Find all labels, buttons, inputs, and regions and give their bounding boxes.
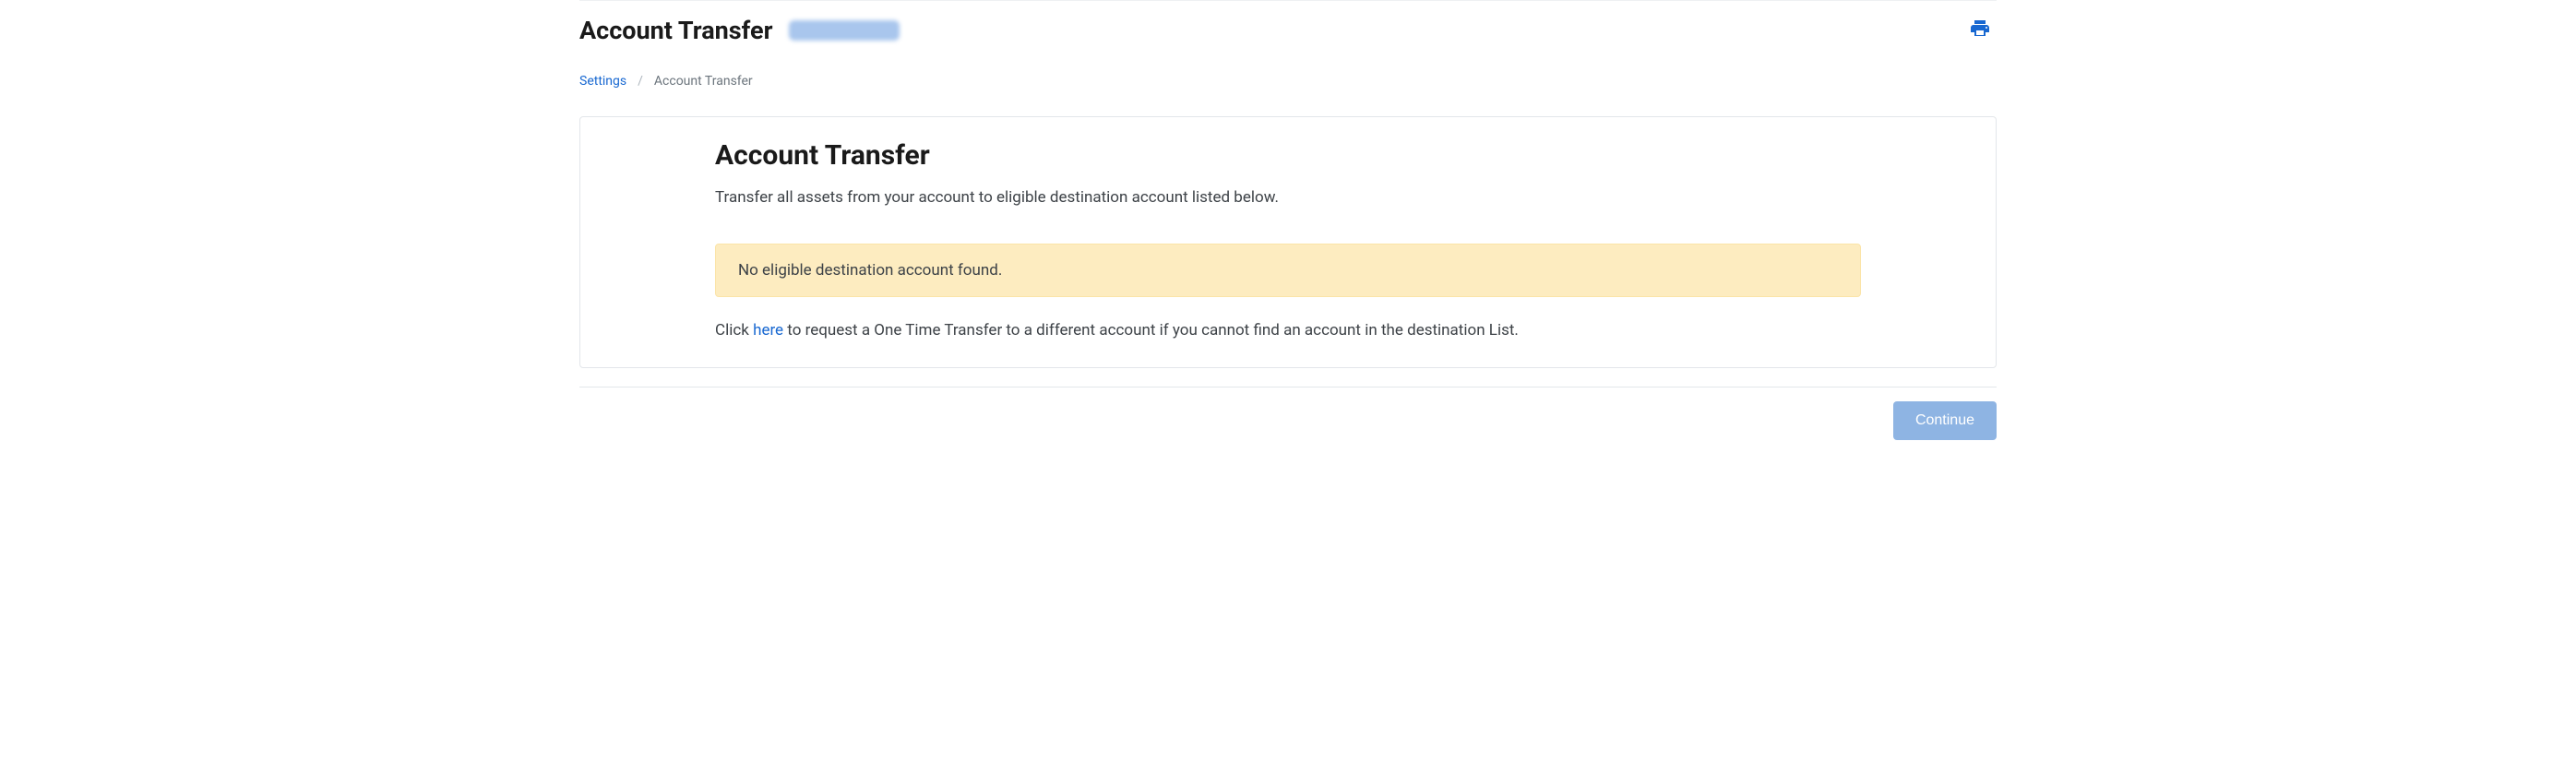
continue-button[interactable]: Continue: [1893, 401, 1997, 440]
print-icon: [1969, 18, 1991, 42]
help-prefix: Click: [715, 321, 753, 340]
page-container: Account Transfer Settings / Account Tran…: [570, 0, 2006, 440]
help-suffix: to request a One Time Transfer to a diff…: [783, 321, 1519, 340]
page-title: Account Transfer: [579, 16, 772, 45]
one-time-transfer-link[interactable]: here: [753, 321, 783, 340]
card-subtitle: Transfer all assets from your account to…: [715, 188, 1861, 207]
breadcrumb-settings-link[interactable]: Settings: [579, 74, 626, 89]
alert-message: No eligible destination account found.: [738, 261, 1002, 280]
header-row: Account Transfer: [579, 0, 1997, 48]
print-button[interactable]: [1963, 12, 1997, 48]
breadcrumb-current: Account Transfer: [654, 74, 753, 89]
page-title-wrap: Account Transfer: [579, 16, 900, 45]
alert-warning: No eligible destination account found.: [715, 244, 1861, 297]
main-card: Account Transfer Transfer all assets fro…: [579, 116, 1997, 368]
breadcrumb: Settings / Account Transfer: [579, 74, 1997, 89]
account-id-badge: [789, 20, 900, 41]
footer-section: Continue: [579, 387, 1997, 440]
help-text: Click here to request a One Time Transfe…: [715, 321, 1861, 340]
breadcrumb-separator: /: [638, 74, 643, 89]
card-title: Account Transfer: [715, 139, 1861, 172]
